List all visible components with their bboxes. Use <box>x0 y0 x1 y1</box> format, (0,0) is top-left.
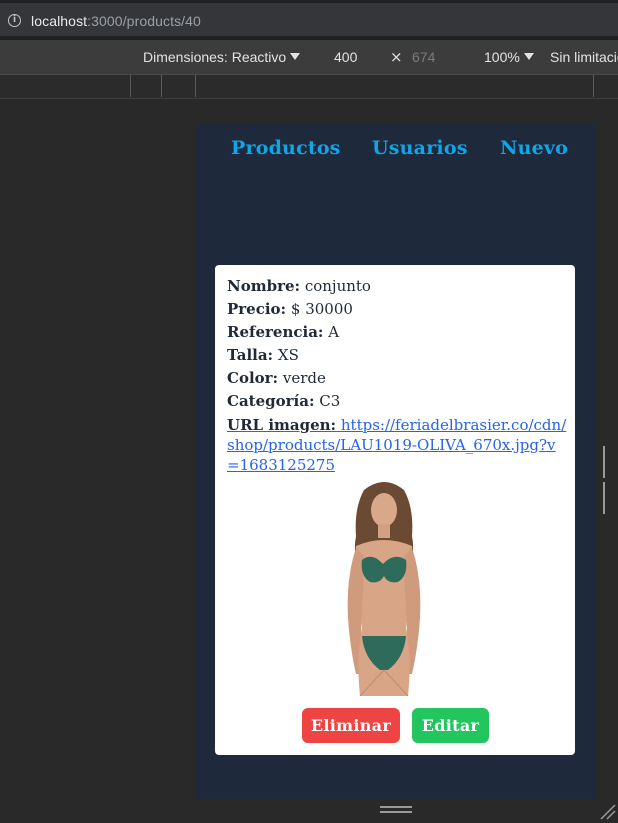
resize-handle-right[interactable] <box>603 446 611 514</box>
field-value: XS <box>277 346 299 364</box>
media-query-marker[interactable] <box>161 75 162 97</box>
media-query-marker[interactable] <box>195 75 196 97</box>
zoom-dropdown[interactable]: 100% <box>484 49 534 65</box>
field-label: Nombre: <box>227 277 301 295</box>
device-toolbar: Dimensiones: Reactivo 400 × 674 100% Sin… <box>0 40 618 75</box>
page-viewport: Productos Usuarios Nuevo Nombre: conjunt… <box>195 124 596 799</box>
url-host: localhost <box>31 13 88 29</box>
field-reference: Referencia: A <box>227 323 339 341</box>
url-text[interactable]: localhost:3000/products/40 <box>31 13 201 29</box>
zoom-label: 100% <box>484 49 520 65</box>
height-input[interactable]: 674 <box>412 49 435 65</box>
browser-address-bar: i localhost:3000/products/40 <box>0 0 618 40</box>
field-label: Referencia: <box>227 323 324 341</box>
field-label: Color: <box>227 369 279 387</box>
field-label: Talla: <box>227 346 274 364</box>
field-label: Categoría: <box>227 392 315 410</box>
field-value: $ 30000 <box>290 300 353 318</box>
top-navigation: Productos Usuarios Nuevo <box>195 124 596 174</box>
chevron-down-icon <box>523 53 534 60</box>
field-value: A <box>328 323 340 341</box>
field-price: Precio: $ 30000 <box>227 300 353 318</box>
field-size: Talla: XS <box>227 346 299 364</box>
dimensions-dropdown[interactable]: Dimensiones: Reactivo <box>143 49 301 65</box>
field-name: Nombre: conjunto <box>227 277 371 295</box>
field-category: Categoría: C3 <box>227 392 340 410</box>
product-card: Nombre: conjunto Precio: $ 30000 Referen… <box>215 265 575 755</box>
field-value: C3 <box>319 392 341 410</box>
site-info-icon[interactable]: i <box>8 14 21 27</box>
width-input[interactable]: 400 <box>334 49 357 65</box>
dimensions-label: Dimensiones: Reactivo <box>143 49 287 65</box>
field-color: Color: verde <box>227 369 326 387</box>
edit-button[interactable]: Editar <box>412 708 489 743</box>
nav-link-usuarios[interactable]: Usuarios <box>372 137 468 159</box>
field-value: conjunto <box>304 277 371 295</box>
delete-button[interactable]: Eliminar <box>302 708 400 743</box>
chevron-down-icon <box>290 53 301 60</box>
field-label: Precio: <box>227 300 287 318</box>
media-query-marker[interactable] <box>130 75 131 97</box>
url-path: :3000/products/40 <box>87 13 201 29</box>
media-query-marker[interactable] <box>593 75 594 97</box>
product-image <box>347 482 421 696</box>
nav-link-nuevo[interactable]: Nuevo <box>500 137 568 159</box>
times-icon: × <box>390 48 403 66</box>
field-value: verde <box>282 369 326 387</box>
nav-link-productos[interactable]: Productos <box>231 137 341 159</box>
throttle-dropdown[interactable]: Sin limitación <box>550 49 618 65</box>
media-query-bar <box>0 75 618 99</box>
field-image-url: URL imagen: https://feriadelbrasier.co/c… <box>227 415 567 475</box>
resize-handle-bottom[interactable] <box>380 806 412 814</box>
url-field[interactable]: i localhost:3000/products/40 <box>0 3 618 36</box>
field-label: URL imagen: <box>227 416 337 434</box>
resize-corner-icon[interactable] <box>598 802 616 820</box>
